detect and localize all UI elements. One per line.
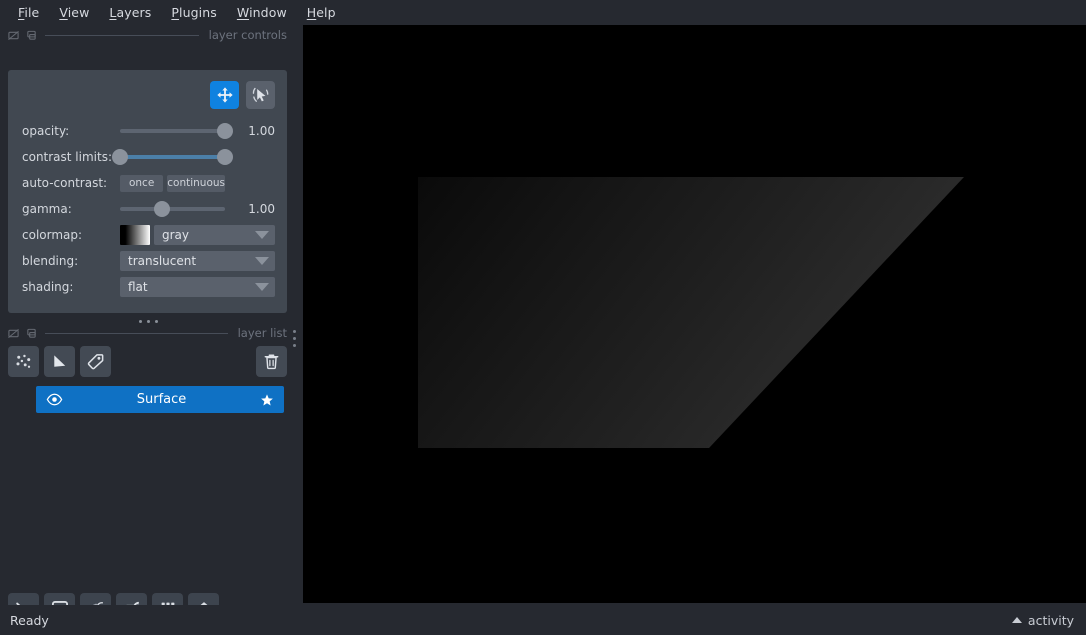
surface-layer-render	[418, 177, 964, 448]
float-dock-icon[interactable]	[8, 30, 19, 41]
napari-main-window: File View Layers Plugins Window Help lay…	[0, 0, 1086, 635]
gamma-value: 1.00	[235, 202, 275, 216]
layer-name-label: Surface	[63, 392, 260, 407]
blending-label: blending:	[22, 254, 120, 268]
shading-combobox[interactable]: flat	[120, 277, 275, 297]
gamma-slider[interactable]	[120, 200, 225, 218]
viewer-canvas[interactable]	[303, 25, 1086, 603]
delete-layer-button[interactable]	[256, 346, 287, 377]
opacity-value: 1.00	[235, 124, 275, 138]
shapes-icon	[50, 352, 69, 371]
opacity-slider[interactable]	[120, 122, 225, 140]
contrast-limits-label: contrast limits:	[22, 150, 120, 164]
star-icon[interactable]	[260, 393, 274, 407]
colormap-row: colormap: gray	[8, 224, 287, 246]
auto-contrast-label: auto-contrast:	[22, 176, 120, 190]
contrast-limits-slider[interactable]	[120, 148, 225, 166]
new-points-layer-button[interactable]	[8, 346, 39, 377]
menu-file[interactable]: File	[8, 3, 49, 22]
layer-controls-panel: opacity: 1.00 contrast limits:	[8, 70, 287, 313]
auto-contrast-once-button[interactable]: once	[120, 175, 163, 192]
layer-control-rows: opacity: 1.00 contrast limits:	[8, 120, 287, 302]
layer-controls-header: layer controls	[0, 24, 297, 46]
dock-drag-handle[interactable]	[293, 330, 296, 347]
layer-controls-title: layer controls	[209, 28, 287, 42]
opacity-row: opacity: 1.00	[8, 120, 287, 142]
chevron-down-icon	[255, 283, 269, 291]
left-dock: layer controls	[0, 24, 297, 610]
close-dock-icon[interactable]	[26, 30, 37, 41]
chevron-up-icon	[1012, 617, 1022, 623]
layer-list-item-surface[interactable]: Surface	[36, 386, 284, 413]
colormap-value: gray	[162, 228, 189, 242]
gamma-label: gamma:	[22, 202, 120, 216]
points-icon	[14, 352, 33, 371]
menu-layers[interactable]: Layers	[99, 3, 161, 22]
transform-tool-button[interactable]	[246, 81, 275, 109]
blending-value: translucent	[128, 254, 196, 268]
close-dock-icon[interactable]	[26, 328, 37, 339]
menu-bar: File View Layers Plugins Window Help	[0, 0, 1086, 24]
colormap-combobox[interactable]: gray	[154, 225, 275, 245]
transform-cursor-icon	[251, 86, 270, 105]
gamma-row: gamma: 1.00	[8, 198, 287, 220]
status-message: Ready	[10, 613, 49, 628]
auto-contrast-continuous-button[interactable]: continuous	[167, 175, 225, 192]
opacity-label: opacity:	[22, 124, 120, 138]
chevron-down-icon	[255, 257, 269, 265]
float-dock-icon[interactable]	[8, 328, 19, 339]
move-arrows-icon	[216, 86, 234, 104]
status-bar: Ready activity	[0, 605, 1086, 635]
auto-contrast-row: auto-contrast: once continuous	[8, 172, 287, 194]
eye-visibility-icon[interactable]	[46, 391, 63, 408]
shading-value: flat	[128, 280, 148, 294]
blending-row: blending: translucent	[8, 250, 287, 272]
layer-list-buttons	[8, 345, 287, 377]
shading-row: shading: flat	[8, 276, 287, 298]
layer-list-title: layer list	[238, 326, 287, 340]
activity-label: activity	[1028, 613, 1074, 628]
menu-view[interactable]: View	[49, 3, 99, 22]
header-divider	[45, 35, 199, 36]
new-shapes-layer-button[interactable]	[44, 346, 75, 377]
shading-label: shading:	[22, 280, 120, 294]
pan-zoom-tool-button[interactable]	[210, 81, 239, 109]
trash-icon	[262, 352, 281, 371]
layer-tool-buttons	[210, 81, 275, 109]
menu-help[interactable]: Help	[297, 3, 346, 22]
contrast-limits-row: contrast limits:	[8, 146, 287, 168]
chevron-down-icon	[255, 231, 269, 239]
menu-plugins[interactable]: Plugins	[161, 3, 226, 22]
blending-combobox[interactable]: translucent	[120, 251, 275, 271]
colormap-label: colormap:	[22, 228, 120, 242]
labels-tag-icon	[86, 352, 105, 371]
menu-window[interactable]: Window	[227, 3, 297, 22]
layer-list-header: layer list	[0, 322, 297, 344]
new-labels-layer-button[interactable]	[80, 346, 111, 377]
activity-button[interactable]: activity	[1012, 613, 1074, 628]
colormap-swatch	[120, 225, 150, 245]
